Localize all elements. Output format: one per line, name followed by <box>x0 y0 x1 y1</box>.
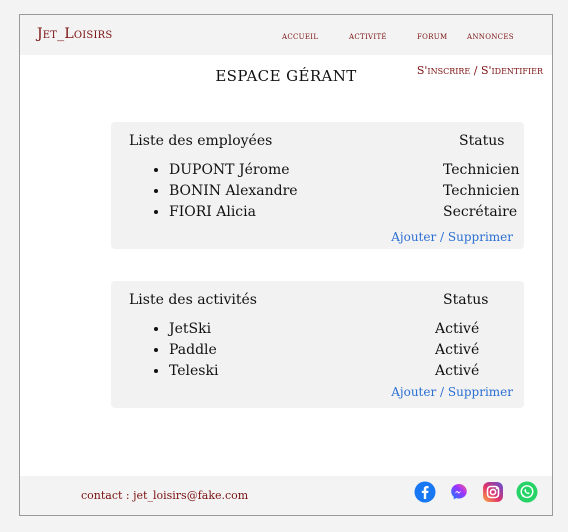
activities-list: JetSki Paddle Teleski <box>151 319 218 382</box>
activity-status: Activé <box>435 321 480 337</box>
employees-statuses: Technicien Technicien Secrétaire <box>443 160 520 223</box>
list-item: FIORI Alicia <box>169 202 298 223</box>
list-item: DUPONT Jérome <box>169 160 298 181</box>
employees-status-header: Status <box>459 133 505 149</box>
employees-title: Liste des employées <box>129 133 273 149</box>
employee-status: Secrétaire <box>443 204 518 220</box>
activity-status: Activé <box>435 363 480 379</box>
instagram-icon[interactable] <box>482 481 504 503</box>
page-frame: Jet_Loisirs accueil activité forum annon… <box>19 14 553 516</box>
activity-status: Activé <box>435 342 480 358</box>
activities-status-header: Status <box>443 292 489 308</box>
activities-panel: Liste des activités Status JetSki Paddle… <box>111 281 524 408</box>
employees-panel: Liste des employées Status DUPONT Jérome… <box>111 122 524 249</box>
nav-accueil[interactable]: accueil <box>282 31 318 42</box>
facebook-icon[interactable] <box>414 481 436 503</box>
list-item: Teleski <box>169 361 218 382</box>
messenger-icon[interactable] <box>448 481 470 503</box>
employees-add-remove-link[interactable]: Ajouter / Supprimer <box>391 230 513 244</box>
list-item: BONIN Alexandre <box>169 181 298 202</box>
nav-activite[interactable]: activité <box>349 31 387 42</box>
nav-forum[interactable]: forum <box>417 31 447 42</box>
activities-statuses: Activé Activé Activé <box>435 319 479 382</box>
contact-email[interactable]: contact : jet_loisirs@fake.com <box>81 489 248 502</box>
employee-status: Technicien <box>443 183 520 199</box>
list-item: Paddle <box>169 340 218 361</box>
nav-annonces[interactable]: annonces <box>467 31 514 42</box>
header: Jet_Loisirs accueil activité forum annon… <box>20 15 552 55</box>
brand-logo[interactable]: Jet_Loisirs <box>37 26 112 42</box>
footer: contact : jet_loisirs@fake.com <box>20 476 552 515</box>
activities-add-remove-link[interactable]: Ajouter / Supprimer <box>391 385 513 399</box>
employees-list: DUPONT Jérome BONIN Alexandre FIORI Alic… <box>151 160 298 223</box>
activities-title: Liste des activités <box>129 292 257 308</box>
employee-status: Technicien <box>443 162 520 178</box>
page-title: ESPACE GÉRANT <box>215 67 357 85</box>
list-item: JetSki <box>169 319 218 340</box>
whatsapp-icon[interactable] <box>516 481 538 503</box>
